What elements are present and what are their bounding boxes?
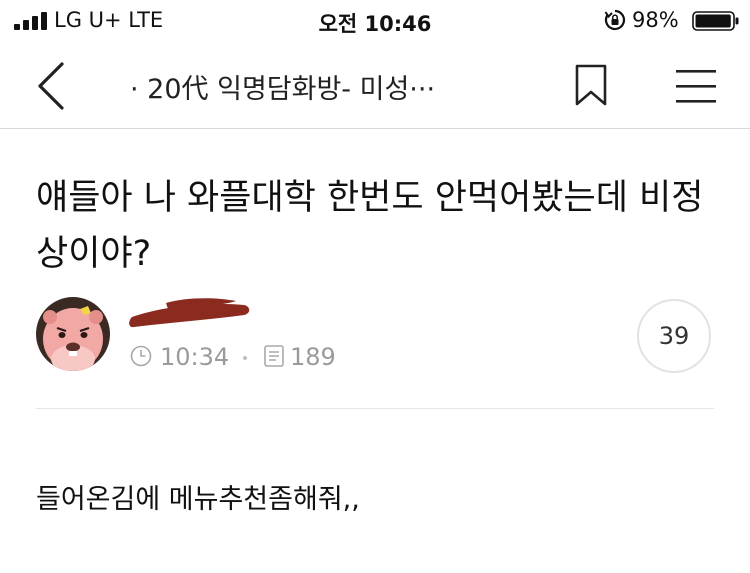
post-title: 얘들아 나 와플대학 한번도 안먹어봤는데 비정상이야?	[36, 178, 704, 274]
separator-dot	[243, 356, 247, 360]
divider	[36, 408, 714, 409]
clock-icon	[130, 345, 152, 367]
author-avatar[interactable]	[36, 297, 110, 371]
views-icon	[264, 345, 284, 367]
rotation-lock-icon	[604, 9, 626, 31]
battery-percent: 98%	[632, 8, 679, 32]
menu-icon[interactable]	[676, 68, 716, 104]
comment-count-badge[interactable]: 39	[637, 299, 711, 373]
author-name-redacted	[129, 298, 250, 328]
nav-bar: · 20代 익명담화방- 미성···	[0, 44, 750, 129]
post-time: 10:34	[160, 343, 230, 371]
bookmark-icon[interactable]	[574, 64, 608, 106]
view-count: 189	[290, 343, 336, 371]
post-body: 들어온김에 메뉴추천좀해줘,,	[36, 484, 360, 515]
chat-room-title: · 20代 익명담화방- 미성···	[130, 74, 436, 105]
battery-icon	[692, 11, 739, 31]
status-bar: LG U+ LTE 오전 10:46 98%	[0, 0, 750, 44]
back-icon[interactable]	[36, 62, 66, 110]
